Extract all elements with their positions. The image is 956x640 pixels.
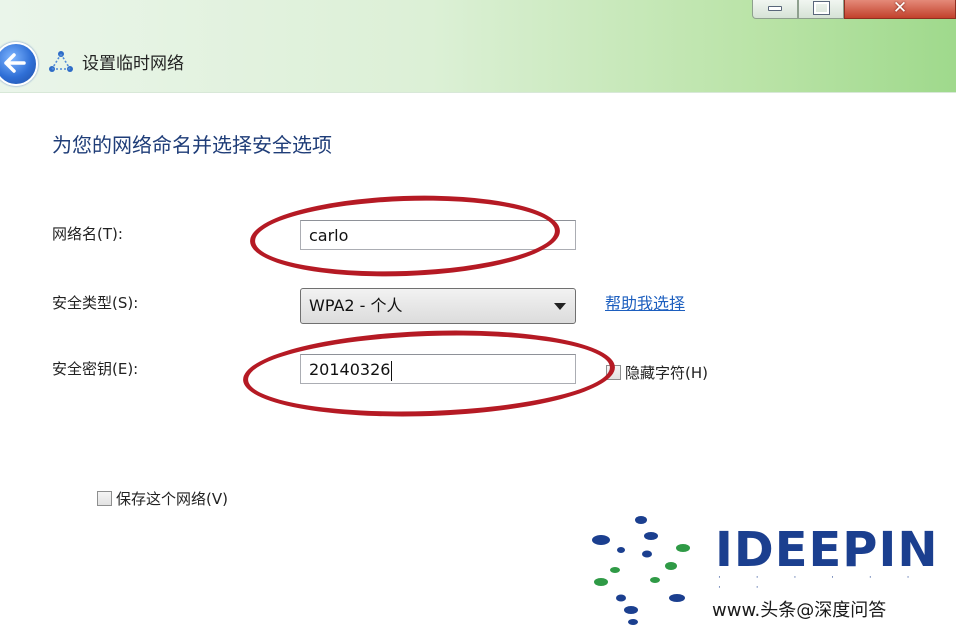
hide-characters-checkbox[interactable]: 隐藏字符(H) bbox=[606, 362, 708, 383]
window-title: 设置临时网络 bbox=[82, 54, 184, 74]
page-heading: 为您的网络命名并选择安全选项 bbox=[52, 133, 332, 157]
annotation-ring-network-name bbox=[248, 190, 562, 282]
help-me-choose-link[interactable]: 帮助我选择 bbox=[605, 290, 685, 314]
minimize-button[interactable] bbox=[752, 0, 798, 19]
watermark-caption: www.头条@深度问答 bbox=[712, 600, 887, 621]
arrow-left-icon bbox=[4, 53, 26, 73]
network-name-label: 网络名(T): bbox=[52, 225, 123, 243]
network-icon bbox=[49, 51, 73, 72]
close-icon: ✕ bbox=[892, 0, 908, 18]
save-network-checkbox[interactable]: 保存这个网络(V) bbox=[97, 488, 228, 509]
watermark-dots: · · · · · · · · bbox=[718, 573, 926, 593]
annotation-ring-security-key bbox=[241, 324, 617, 423]
checkbox-box[interactable] bbox=[97, 491, 112, 506]
security-key-label: 安全密钥(E): bbox=[52, 360, 139, 378]
save-network-label: 保存这个网络(V) bbox=[116, 490, 228, 508]
title-bar: ✕ 设置临时网络 bbox=[0, 0, 956, 93]
hide-characters-label: 隐藏字符(H) bbox=[625, 364, 708, 382]
back-button[interactable] bbox=[0, 42, 38, 86]
swirl-logo-icon bbox=[592, 516, 690, 625]
maximize-button[interactable] bbox=[798, 0, 844, 19]
security-type-label: 安全类型(S): bbox=[52, 294, 139, 312]
security-type-select[interactable]: WPA2 - 个人 bbox=[300, 288, 576, 324]
close-button[interactable]: ✕ bbox=[844, 0, 956, 19]
security-type-value: WPA2 - 个人 bbox=[309, 296, 403, 315]
watermark-brand: IDEEPIN bbox=[715, 522, 939, 578]
chevron-down-icon bbox=[554, 303, 566, 310]
window-controls: ✕ bbox=[752, 0, 956, 20]
minimize-icon bbox=[768, 5, 782, 11]
maximize-icon bbox=[812, 1, 830, 15]
